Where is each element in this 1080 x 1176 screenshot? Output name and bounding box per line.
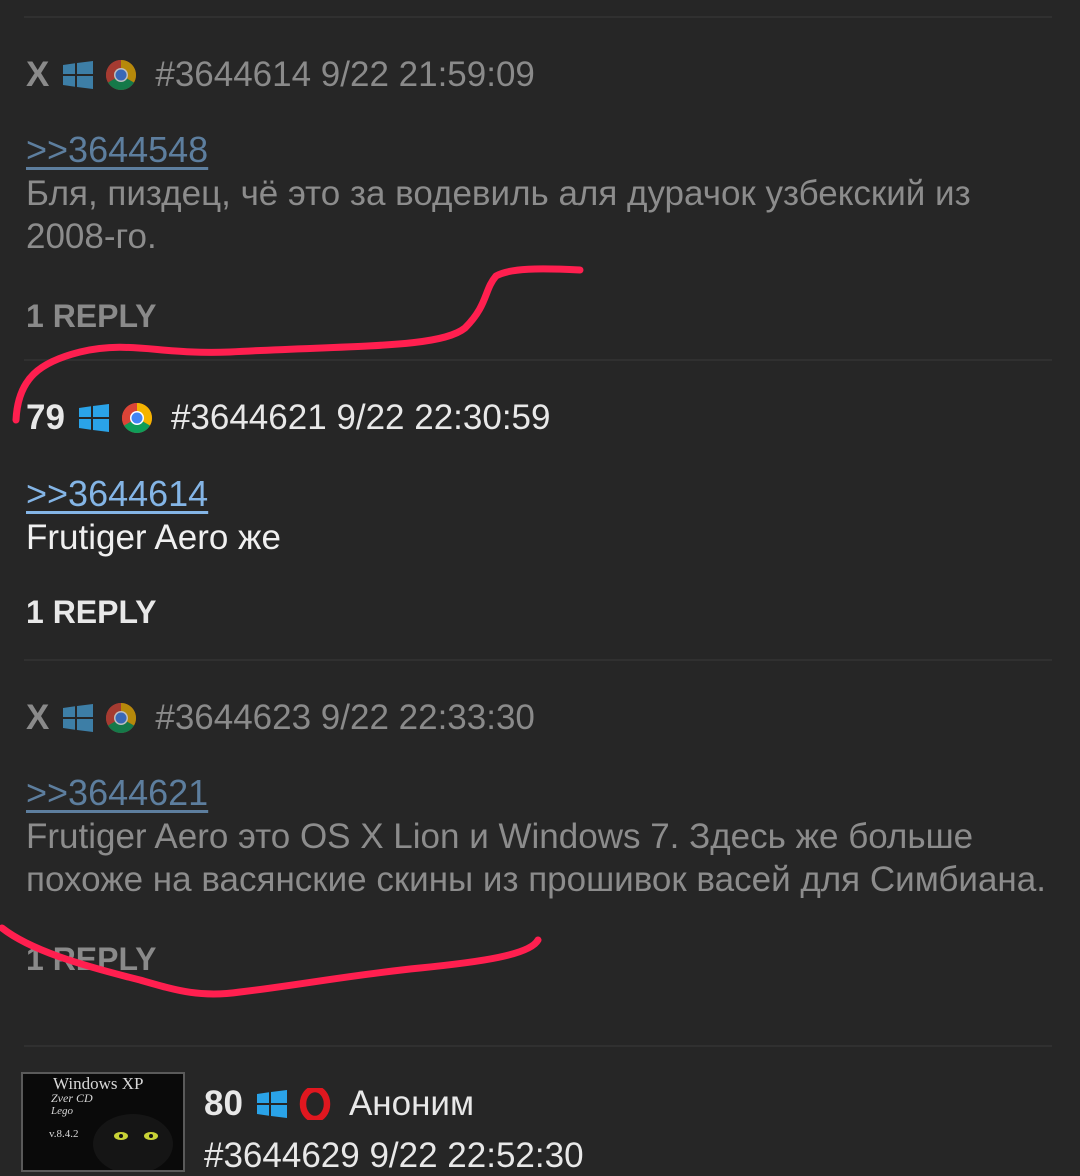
post: 79 #3644621 9/22 22:30:59 >>3644614 Frut… — [26, 398, 1052, 630]
quote-link[interactable]: >>3644548 — [26, 130, 208, 170]
post-divider — [24, 359, 1052, 361]
post-text: Frutiger Aero же — [26, 518, 281, 557]
post-signature: X — [26, 698, 50, 737]
replies-button[interactable]: 1 REPLY — [26, 298, 1052, 334]
post-author-name: Аноним — [348, 1084, 475, 1123]
post-divider — [24, 1045, 1052, 1047]
post-thumbnail[interactable]: Windows XP Zver CD Lego v.8.4.2 — [21, 1072, 185, 1172]
post-header: X #3644614 9/22 21:59:09 — [26, 55, 1052, 95]
post-divider — [24, 659, 1052, 661]
post-header: 80 Аноним — [204, 1084, 1052, 1124]
windows-icon — [256, 1090, 287, 1118]
replies-button[interactable]: 1 REPLY — [26, 941, 1052, 977]
post-divider — [24, 16, 1052, 18]
post: 80 Аноним #3644629 9/22 22:52:30 — [204, 1084, 1052, 1176]
post-header: X #3644623 9/22 22:33:30 — [26, 698, 1052, 738]
post-id-time: #3644623 9/22 22:33:30 — [155, 698, 535, 737]
post-text: Бля, пиздец, чё это за водевиль аля дура… — [26, 174, 971, 256]
post-text: Frutiger Aero это OS X Lion и Windows 7.… — [26, 817, 1046, 899]
replies-button[interactable]: 1 REPLY — [26, 594, 1052, 630]
post-header: 79 #3644621 9/22 22:30:59 — [26, 398, 1052, 438]
chrome-icon — [106, 59, 137, 91]
windows-icon — [63, 704, 94, 732]
post-signature: 79 — [26, 398, 65, 437]
quote-link[interactable]: >>3644621 — [26, 773, 208, 813]
post: X #3644614 9/22 21:59:09 >>3644548 Бля, … — [26, 55, 1052, 334]
post-id-time: #3644629 9/22 22:52:30 — [204, 1136, 584, 1175]
thumbnail-subtitle: Zver CD — [51, 1091, 93, 1105]
post-id-time: #3644621 9/22 22:30:59 — [170, 398, 551, 437]
post: X #3644623 9/22 22:33:30 >>3644621 Fruti… — [26, 698, 1052, 977]
post-signature: 80 — [204, 1084, 243, 1123]
windows-icon — [78, 404, 109, 432]
windows-icon — [63, 61, 94, 89]
thumbnail-version: v.8.4.2 — [49, 1128, 79, 1140]
chrome-icon — [106, 703, 137, 734]
thumbnail-subtitle: Lego — [51, 1105, 73, 1117]
post-id-time: #3644614 9/22 21:59:09 — [155, 55, 535, 94]
post-signature: X — [26, 55, 50, 94]
opera-icon — [299, 1088, 331, 1120]
chrome-icon — [121, 403, 152, 434]
quote-link[interactable]: >>3644614 — [26, 474, 208, 514]
